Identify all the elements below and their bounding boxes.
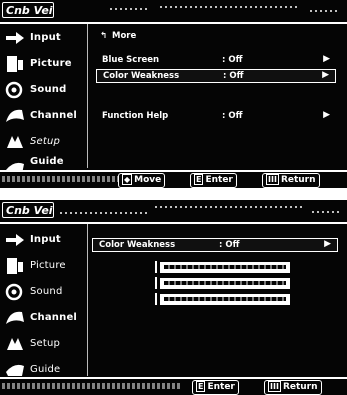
- enter-hint: E Enter: [192, 380, 239, 395]
- menu-row-color-weakness[interactable]: Color Weakness : Off ▶: [96, 69, 336, 83]
- sidebar-item-channel[interactable]: Channel: [0, 306, 86, 332]
- sidebar-item-label: Guide: [30, 364, 61, 375]
- return-key-icon: III: [266, 174, 279, 185]
- row-label: Blue Screen: [102, 55, 160, 65]
- sidebar-item-label: Input: [30, 234, 61, 245]
- row-value: : Off: [222, 55, 243, 65]
- picture-icon: [7, 258, 23, 274]
- move-key-icon: ◆: [122, 174, 133, 185]
- top-bar: Cnb Vein: [0, 200, 347, 222]
- footer-hints: E Enter III Return: [0, 377, 347, 395]
- return-hint: III Return: [264, 380, 322, 395]
- sidebar-item-setup[interactable]: Setup: [0, 130, 86, 156]
- row-label: Function Help: [102, 111, 169, 121]
- sidebar-item-label: Channel: [30, 110, 78, 121]
- footer-hints: ◆ Move E Enter III Return: [0, 170, 347, 188]
- chevron-right-icon: ▶: [323, 110, 330, 120]
- brand-logo: Cnb Vein: [2, 2, 54, 18]
- menu-row-color-weakness[interactable]: Color Weakness : Off ▶: [92, 238, 338, 252]
- setup-icon: [7, 338, 23, 350]
- enter-label: Enter: [205, 175, 233, 185]
- sidebar-item-label: Guide: [30, 156, 64, 167]
- sidebar-item-label: Sound: [30, 84, 67, 95]
- enter-key-icon: E: [196, 381, 206, 392]
- chevron-right-icon: ▶: [322, 70, 329, 80]
- submenu-option-3[interactable]: [160, 294, 290, 305]
- row-value: : Off: [219, 240, 240, 250]
- menu-screen-top: Cnb Vein Input Picture Sound: [0, 0, 347, 188]
- channel-icon: [6, 311, 24, 324]
- row-label: Color Weakness: [99, 240, 176, 250]
- brand-logo: Cnb Vein: [2, 202, 54, 218]
- menu-row-function-help[interactable]: Function Help : Off ▶: [96, 110, 336, 124]
- move-hint: ◆ Move: [118, 173, 166, 188]
- sidebar-item-picture[interactable]: Picture: [0, 254, 86, 280]
- submenu-option-2[interactable]: [160, 278, 290, 289]
- chevron-right-icon: ▶: [324, 239, 331, 249]
- return-hint: III Return: [262, 173, 320, 188]
- return-label: Return: [282, 382, 318, 392]
- return-label: Return: [280, 175, 316, 185]
- picture-icon: [7, 56, 23, 72]
- sound-icon: [5, 283, 23, 301]
- back-label: More: [112, 31, 137, 41]
- submenu-option-1[interactable]: [160, 262, 290, 273]
- sidebar-item-input[interactable]: Input: [0, 228, 86, 254]
- sidebar-item-sound[interactable]: Sound: [0, 280, 86, 306]
- row-value: : Off: [222, 111, 243, 121]
- sidebar-item-label: Input: [30, 32, 61, 43]
- sidebar-item-label: Setup: [30, 136, 61, 147]
- input-icon: [6, 32, 24, 44]
- sidebar-item-label: Picture: [30, 260, 66, 271]
- sound-icon: [5, 81, 23, 99]
- back-item-more[interactable]: ↰ More: [96, 30, 336, 44]
- input-icon: [6, 234, 24, 246]
- enter-key-icon: E: [194, 174, 204, 185]
- move-label: Move: [134, 175, 162, 185]
- sidebar-item-channel[interactable]: Channel: [0, 104, 86, 130]
- back-arrow-icon: ↰: [100, 31, 108, 41]
- enter-hint: E Enter: [190, 173, 237, 188]
- sidebar-item-setup[interactable]: Setup: [0, 332, 86, 358]
- row-value: : Off: [223, 71, 244, 81]
- sidebar-item-label: Setup: [30, 338, 61, 349]
- setup-icon: [7, 136, 23, 148]
- enter-label: Enter: [207, 382, 235, 392]
- sidebar-item-picture[interactable]: Picture: [0, 52, 86, 78]
- menu-screen-bottom: Cnb Vein Input Picture Sound: [0, 200, 347, 395]
- sidebar-item-label: Picture: [30, 58, 72, 69]
- top-bar: Cnb Vein: [0, 0, 347, 22]
- row-label: Color Weakness: [103, 71, 180, 81]
- return-key-icon: III: [268, 381, 281, 392]
- sidebar-item-label: Channel: [30, 312, 78, 323]
- sidebar-item-sound[interactable]: Sound: [0, 78, 86, 104]
- sidebar-item-label: Sound: [30, 286, 63, 297]
- menu-row-blue-screen[interactable]: Blue Screen : Off ▶: [96, 54, 336, 68]
- channel-icon: [6, 109, 24, 122]
- sidebar-item-input[interactable]: Input: [0, 26, 86, 52]
- chevron-right-icon: ▶: [323, 54, 330, 64]
